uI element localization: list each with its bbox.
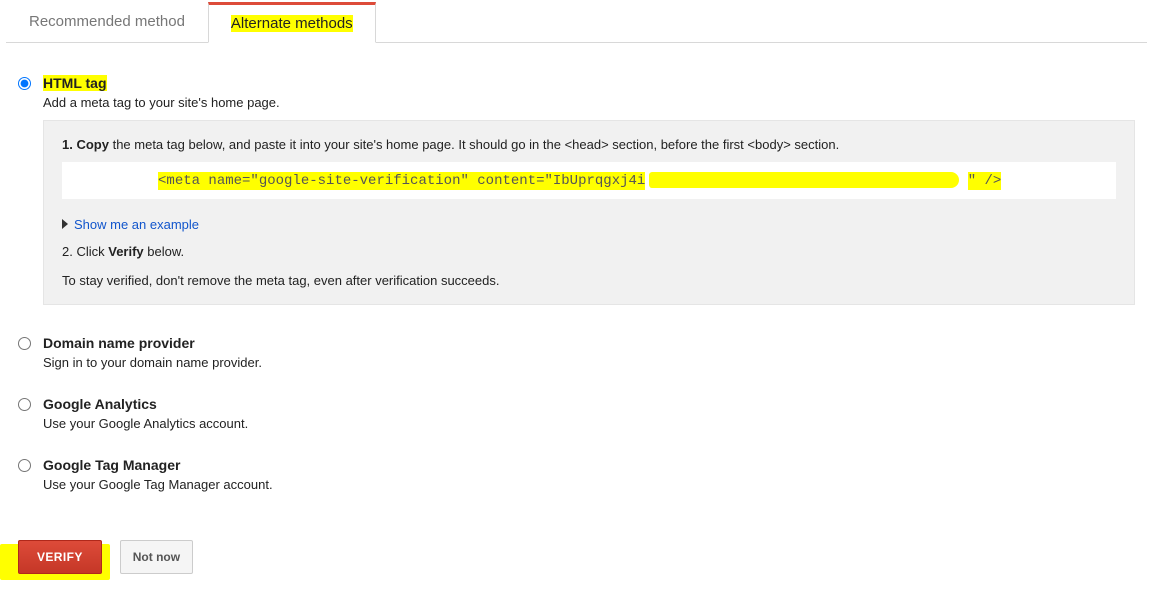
- option-gtm-title: Google Tag Manager: [43, 457, 1135, 473]
- html-tag-detail: 1. Copy the meta tag below, and paste it…: [43, 120, 1135, 305]
- option-html-tag[interactable]: HTML tag Add a meta tag to your site's h…: [18, 75, 1135, 305]
- meta-tag-end: " />: [968, 172, 1002, 190]
- meta-tag-code[interactable]: <meta name="google-site-verification" co…: [62, 162, 1116, 199]
- step2-pre: 2. Click: [62, 244, 108, 259]
- other-options: Domain name provider Sign in to your dom…: [18, 335, 1135, 498]
- radio-ga[interactable]: [18, 398, 31, 411]
- triangle-right-icon: [62, 219, 68, 229]
- option-gtm-desc: Use your Google Tag Manager account.: [43, 477, 1135, 492]
- meta-tag-value-visible: <meta name="google-site-verification" co…: [158, 172, 645, 190]
- not-now-button[interactable]: Not now: [120, 540, 193, 574]
- tabs-bar: Recommended method Alternate methods: [6, 0, 1147, 43]
- step1-rest: the meta tag below, and paste it into yo…: [109, 137, 839, 152]
- option-html-tag-body: HTML tag Add a meta tag to your site's h…: [43, 75, 1135, 305]
- option-ga-desc: Use your Google Analytics account.: [43, 416, 1135, 431]
- meta-tag-obscured: [649, 172, 959, 188]
- option-html-tag-title: HTML tag: [43, 75, 1135, 91]
- tab-alternate[interactable]: Alternate methods: [208, 2, 376, 43]
- option-domain[interactable]: Domain name provider Sign in to your dom…: [18, 335, 1135, 376]
- option-ga[interactable]: Google Analytics Use your Google Analyti…: [18, 396, 1135, 437]
- step1-bold: 1. Copy: [62, 137, 109, 152]
- option-html-tag-desc: Add a meta tag to your site's home page.: [43, 95, 1135, 110]
- radio-domain[interactable]: [18, 337, 31, 350]
- actions-bar: VERIFY Not now: [0, 534, 1153, 590]
- step2-post: below.: [144, 244, 184, 259]
- option-html-tag-title-text: HTML tag: [43, 75, 107, 91]
- step1-line: 1. Copy the meta tag below, and paste it…: [62, 137, 1116, 152]
- option-domain-title: Domain name provider: [43, 335, 1135, 351]
- content-area: HTML tag Add a meta tag to your site's h…: [0, 43, 1153, 534]
- option-ga-title: Google Analytics: [43, 396, 1135, 412]
- radio-gtm[interactable]: [18, 459, 31, 472]
- verify-highlight: VERIFY: [18, 540, 102, 574]
- tab-recommended[interactable]: Recommended method: [6, 2, 208, 43]
- radio-html-tag[interactable]: [18, 77, 31, 90]
- option-gtm[interactable]: Google Tag Manager Use your Google Tag M…: [18, 457, 1135, 498]
- show-example-link[interactable]: Show me an example: [62, 217, 199, 232]
- stay-verified-note: To stay verified, don't remove the meta …: [62, 273, 1116, 288]
- option-domain-desc: Sign in to your domain name provider.: [43, 355, 1135, 370]
- step2-bold: Verify: [108, 244, 143, 259]
- show-example-label: Show me an example: [74, 217, 199, 232]
- step2-line: 2. Click Verify below.: [62, 244, 1116, 259]
- tab-alternate-label: Alternate methods: [231, 15, 353, 32]
- tab-recommended-label: Recommended method: [29, 13, 185, 30]
- verify-button[interactable]: VERIFY: [18, 540, 102, 574]
